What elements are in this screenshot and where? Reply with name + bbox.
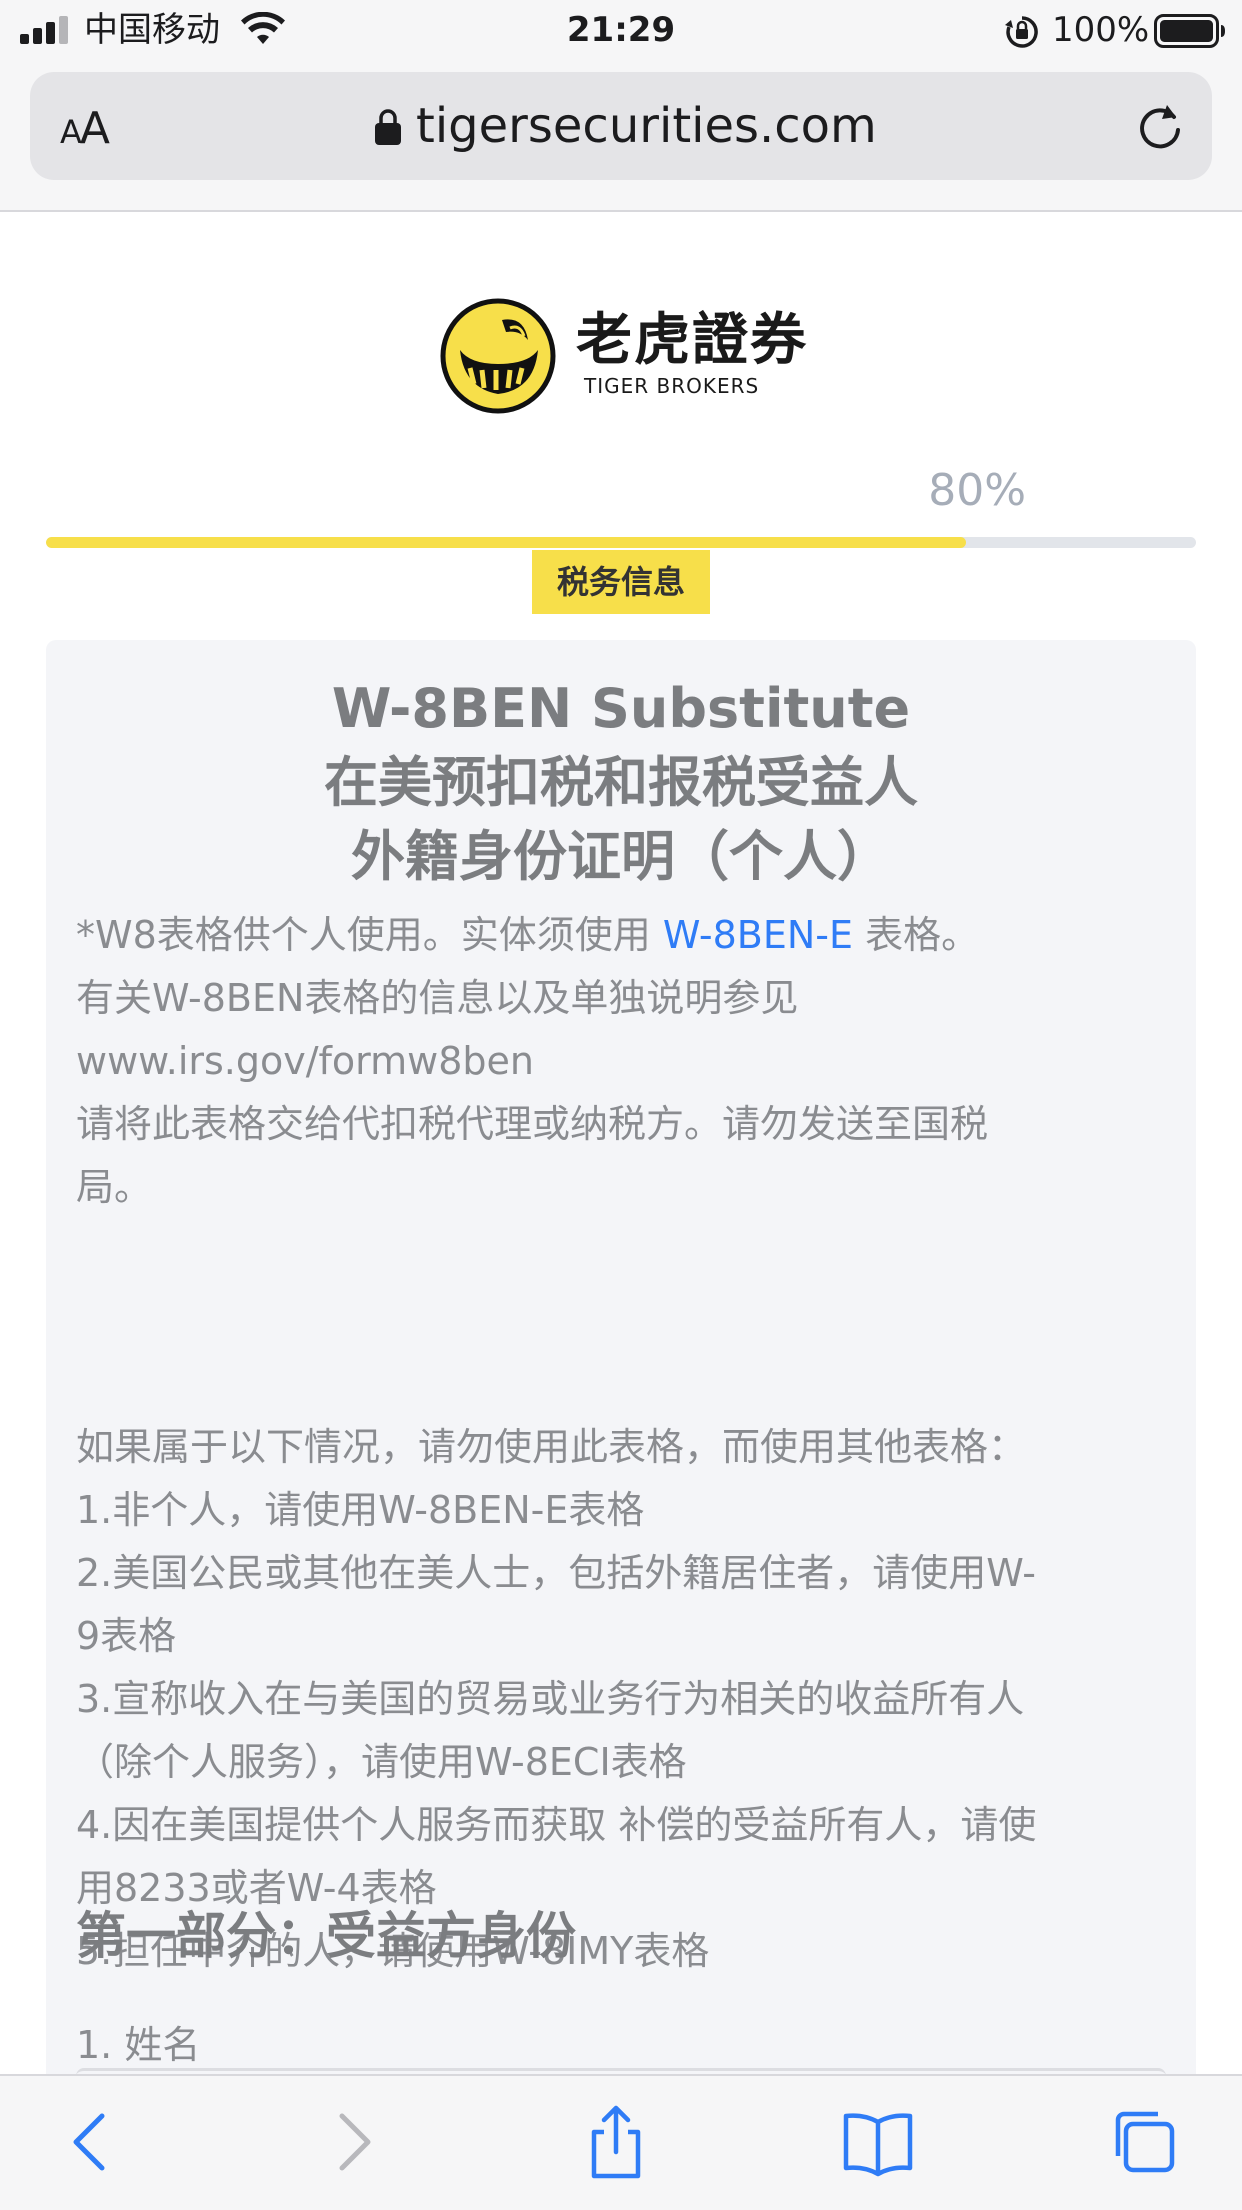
bookmarks-icon[interactable] (838, 2102, 918, 2182)
section-heading: 第一部分：受益方身份 (76, 1907, 576, 1965)
back-icon[interactable] (52, 2102, 132, 2182)
reload-icon[interactable] (1134, 100, 1186, 152)
share-icon[interactable] (576, 2102, 656, 2182)
orientation-lock-icon (1005, 16, 1038, 48)
forward-icon[interactable] (312, 2102, 392, 2182)
status-bar: 中国移动 21:29 100% (0, 0, 1242, 62)
lock-icon (375, 109, 401, 145)
url-text[interactable]: tigersecurities.com (416, 98, 877, 154)
battery-icon (1154, 14, 1225, 48)
browser-toolbar (0, 2074, 1242, 2210)
name-field-label: 1. 姓名 (76, 2023, 201, 2067)
tabs-icon[interactable] (1102, 2102, 1182, 2182)
card-lower-content: 第一部分：受益方身份 1. 姓名 (46, 212, 1196, 2074)
battery-percentage: 100% (1052, 10, 1150, 50)
address-bar[interactable]: AA tigersecurities.com (30, 72, 1212, 180)
text-size-button[interactable]: AA (60, 104, 110, 157)
browser-address-area: AA tigersecurities.com (0, 62, 1242, 212)
